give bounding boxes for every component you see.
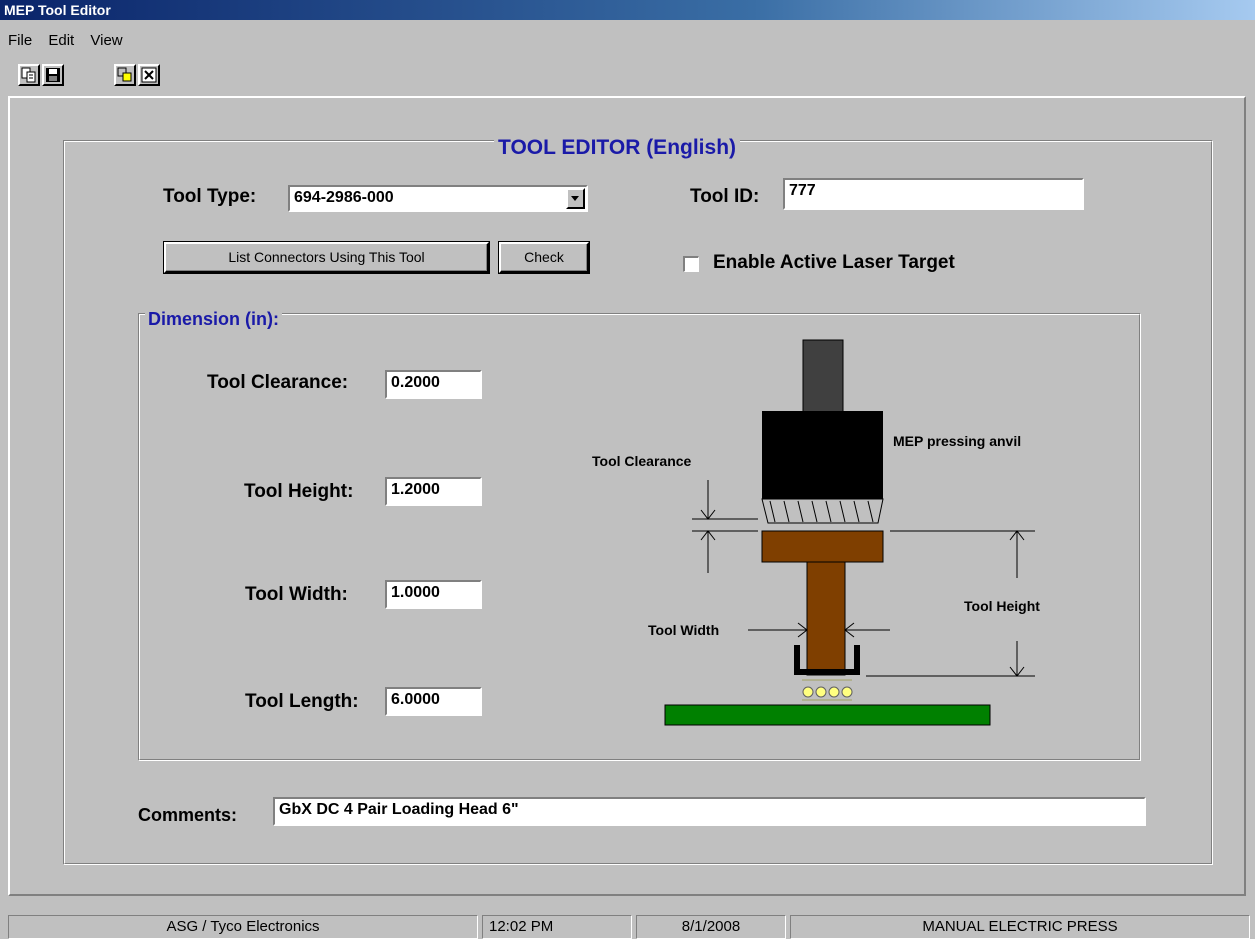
diagram-clearance-label: Tool Clearance (592, 453, 692, 469)
circuit-board (664, 704, 991, 726)
menu-view[interactable]: View (90, 32, 122, 49)
laser-target-checkbox[interactable] (683, 256, 699, 272)
anvil-shaft (802, 339, 844, 413)
tool-width-input[interactable]: 1.0000 (385, 580, 482, 609)
comments-input[interactable]: GbX DC 4 Pair Loading Head 6" (273, 797, 1146, 826)
list-connectors-button[interactable]: List Connectors Using This Tool (163, 241, 490, 274)
copy-button[interactable] (18, 64, 40, 86)
laser-target-label: Enable Active Laser Target (713, 252, 955, 273)
menu-edit[interactable]: Edit (48, 32, 74, 49)
tool-length-input[interactable]: 6.0000 (385, 687, 482, 716)
menu-bar: File Edit View (0, 32, 127, 54)
diagram-height-label: Tool Height (964, 598, 1040, 614)
tool-clearance-input[interactable]: 0.2000 (385, 370, 482, 399)
status-date: 8/1/2008 (636, 915, 786, 939)
chevron-down-icon (571, 196, 579, 201)
tool-id-label: Tool ID: (690, 186, 760, 207)
connector-pins (802, 679, 853, 701)
window-title: MEP Tool Editor (4, 2, 111, 18)
save-button[interactable] (42, 64, 64, 86)
dropdown-arrow-button[interactable] (566, 188, 585, 209)
title-bar: MEP Tool Editor (0, 0, 1255, 20)
dimension-heading: Dimension (in): (145, 309, 282, 330)
tool-height-label: Tool Height: (244, 481, 354, 502)
tool-diagram (664, 339, 1035, 726)
tool-width-label: Tool Width: (245, 584, 348, 605)
copy-icon (21, 67, 36, 83)
delete-button[interactable] (138, 64, 160, 86)
pressing-anvil (762, 411, 883, 499)
diagram-width-label: Tool Width (648, 622, 720, 638)
check-button[interactable]: Check (498, 241, 590, 274)
status-time: 12:02 PM (482, 915, 632, 939)
status-mode: MANUAL ELECTRIC PRESS (790, 915, 1250, 939)
paste-button[interactable] (114, 64, 136, 86)
tool-head (761, 530, 884, 563)
tool-height-input[interactable]: 1.2000 (385, 477, 482, 506)
menu-file[interactable]: File (8, 32, 32, 49)
save-icon (46, 68, 60, 82)
delete-icon (141, 67, 157, 83)
tool-length-label: Tool Length: (245, 691, 359, 712)
tool-stem (806, 561, 846, 676)
tool-type-select[interactable]: 694-2986-000 (288, 185, 588, 212)
anvil-teeth (761, 498, 884, 524)
status-company: ASG / Tyco Electronics (8, 915, 478, 939)
paste-icon (117, 67, 132, 82)
tool-type-label: Tool Type: (163, 186, 257, 207)
anvil-label: MEP pressing anvil (893, 433, 1022, 449)
tool-type-value: 694-2986-000 (294, 189, 394, 206)
tool-editor-heading: TOOL EDITOR (English) (494, 136, 741, 160)
tool-clearance-label: Tool Clearance: (207, 372, 349, 393)
comments-label: Comments: (138, 805, 238, 825)
tool-id-input[interactable]: 777 (783, 178, 1084, 210)
